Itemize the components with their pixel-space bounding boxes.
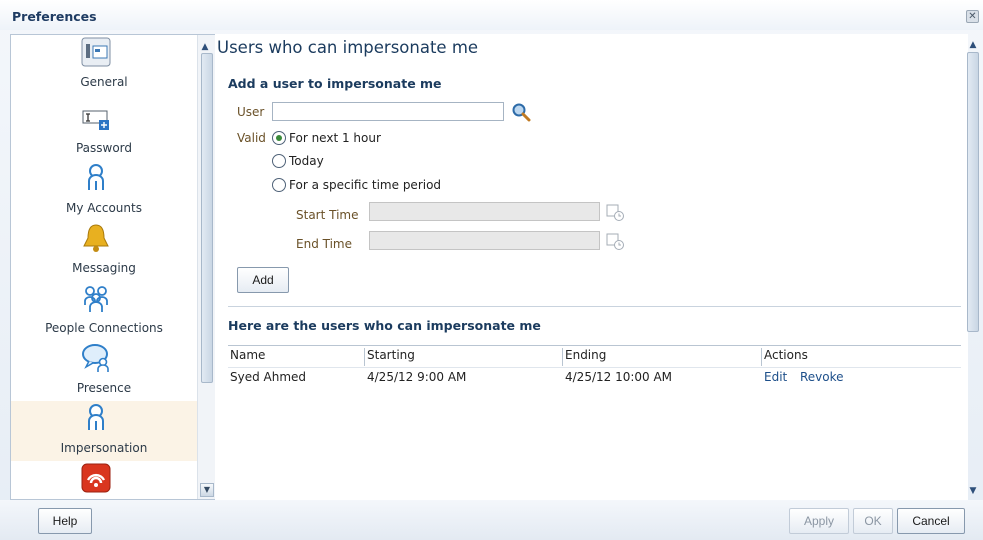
sidebar-item-label: Password — [75, 141, 133, 155]
presence-chat-icon — [82, 344, 109, 372]
sidebar-item-messaging[interactable]: Messaging — [11, 221, 197, 281]
sidebar-item-label: Messaging — [72, 261, 136, 275]
user-search-input[interactable] — [272, 102, 504, 121]
main-right-scrollbar[interactable]: ▲ ▼ — [966, 34, 980, 500]
sidebar-item-feeds[interactable] — [11, 461, 197, 499]
sidebar-item-label: Presence — [76, 381, 132, 395]
column-header-starting[interactable]: Starting — [364, 348, 562, 366]
section-divider — [228, 306, 961, 307]
title-bar: Preferences ✕ — [0, 0, 983, 30]
main-scroll-thumb[interactable] — [967, 52, 979, 332]
cancel-button[interactable]: Cancel — [897, 508, 965, 534]
radio-label-next-hour: For next 1 hour — [289, 131, 381, 145]
sidebar-item-presence[interactable]: Presence — [11, 341, 197, 401]
start-time-input[interactable] — [369, 202, 600, 221]
user-icon — [88, 164, 104, 190]
rss-feed-icon — [81, 463, 111, 493]
preferences-dialog: Preferences ✕ General Password My Accoun… — [0, 0, 983, 540]
column-header-name[interactable]: Name — [228, 348, 363, 366]
radio-today[interactable] — [272, 154, 286, 168]
apply-button[interactable]: Apply — [789, 508, 849, 534]
dialog-footer: Help Apply OK Cancel — [0, 500, 983, 540]
general-settings-icon — [81, 37, 111, 67]
revoke-link[interactable]: Revoke — [800, 370, 844, 384]
add-button[interactable]: Add — [237, 267, 289, 293]
sidebar-item-impersonation[interactable]: Impersonation — [11, 401, 197, 461]
end-time-input[interactable] — [369, 231, 600, 250]
cell-ending: 4/25/12 10:00 AM — [565, 370, 673, 384]
impersonators-table: Name Starting Ending Actions Syed Ahmed … — [228, 345, 961, 500]
users-list-section-title: Here are the users who can impersonate m… — [228, 318, 541, 333]
page-title: Users who can impersonate me — [217, 38, 479, 57]
impersonation-content: Users who can impersonate me Add a user … — [215, 34, 968, 500]
cell-name: Syed Ahmed — [230, 370, 307, 384]
search-icon[interactable] — [511, 102, 531, 122]
preferences-sidebar: General Password My Accounts Messaging P… — [10, 34, 216, 500]
column-header-ending[interactable]: Ending — [562, 348, 761, 366]
main-left-scrollbar[interactable]: ▲ — [196, 34, 214, 500]
sidebar-item-label: General — [80, 75, 128, 89]
chevron-down-icon[interactable]: ▼ — [966, 484, 980, 498]
calendar-icon[interactable] — [605, 231, 625, 251]
user-icon — [88, 404, 104, 430]
help-button[interactable]: Help — [38, 508, 92, 534]
radio-next-hour[interactable] — [272, 131, 286, 145]
column-header-actions: Actions — [761, 348, 961, 366]
people-icon — [84, 286, 108, 312]
sidebar-item-my-accounts[interactable]: My Accounts — [11, 161, 197, 221]
dialog-title: Preferences — [12, 9, 97, 24]
ok-button[interactable]: OK — [853, 508, 893, 534]
radio-label-today: Today — [289, 154, 324, 168]
user-label: User — [237, 105, 265, 119]
sidebar-item-general[interactable]: General — [11, 35, 197, 95]
end-time-label: End Time — [296, 237, 352, 251]
close-icon[interactable]: ✕ — [966, 10, 979, 23]
bell-icon — [83, 224, 109, 252]
calendar-icon[interactable] — [605, 202, 625, 222]
add-user-section-title: Add a user to impersonate me — [228, 76, 442, 91]
chevron-up-icon[interactable]: ▲ — [198, 40, 212, 54]
radio-specific-period[interactable] — [272, 178, 286, 192]
password-icon — [82, 110, 109, 130]
sidebar-item-people-connections[interactable]: People Connections — [11, 281, 197, 341]
start-time-label: Start Time — [296, 208, 359, 222]
sidebar-item-label: My Accounts — [66, 201, 142, 215]
sidebar-item-label: Impersonation — [60, 441, 148, 455]
cell-starting: 4/25/12 9:00 AM — [367, 370, 467, 384]
valid-label: Valid — [237, 131, 266, 145]
edit-link[interactable]: Edit — [764, 370, 787, 384]
sidebar-item-password[interactable]: Password — [11, 101, 197, 161]
chevron-up-icon[interactable]: ▲ — [966, 38, 980, 52]
radio-label-specific-period: For a specific time period — [289, 178, 442, 192]
sidebar-item-label: People Connections — [45, 321, 163, 335]
main-panel: ▲ Users who can impersonate me Add a use… — [196, 34, 968, 500]
